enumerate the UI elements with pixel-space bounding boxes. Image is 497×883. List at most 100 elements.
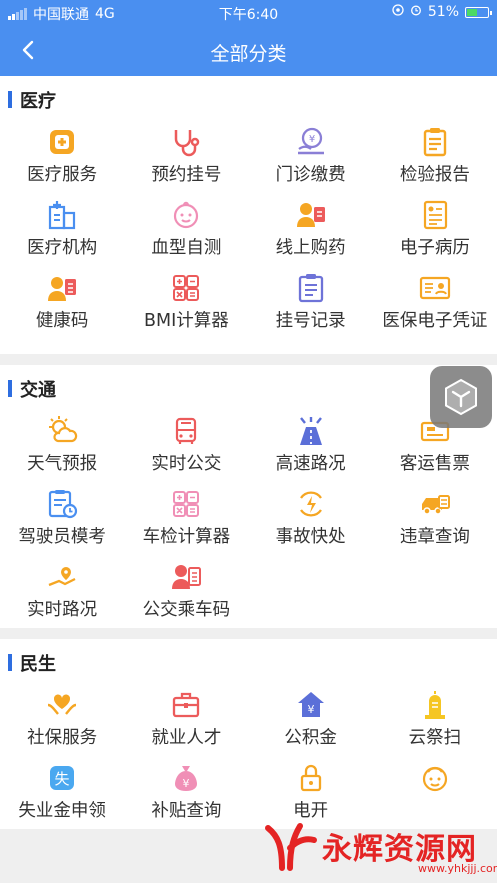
weather-icon	[46, 415, 78, 447]
item-employment[interactable]: 就业人才	[124, 683, 248, 756]
car-violation-icon	[419, 488, 451, 520]
battery-icon	[465, 6, 492, 18]
item-label: 健康码	[35, 311, 89, 331]
item-label: 实时路况	[27, 600, 98, 620]
cube-icon	[445, 378, 477, 416]
item-lab-report[interactable]: 检验报告	[373, 120, 497, 193]
calculator-icon	[170, 488, 202, 520]
item-unemployment-claim[interactable]: 失 失业金申领	[0, 756, 124, 829]
bus-code-icon	[170, 561, 202, 593]
item-label: 公交乘车码	[142, 600, 231, 620]
insurance-card-icon	[419, 272, 451, 304]
item-label: 医疗机构	[27, 238, 98, 258]
bus-icon	[170, 415, 202, 447]
item-label: 电子病历	[399, 238, 470, 258]
item-label: 车检计算器	[142, 527, 231, 547]
item-medical-service[interactable]: 医疗服务	[0, 120, 124, 193]
watermark: 永辉资源网 www.yhkjjj.com	[258, 818, 497, 883]
svg-text:失: 失	[55, 770, 70, 788]
unemployment-icon: 失	[46, 762, 78, 794]
housing-fund-icon: ¥	[295, 689, 327, 721]
item-health-code[interactable]: 健康码	[0, 266, 124, 354]
section-header: 医疗	[0, 76, 497, 120]
item-label: 失业金申领	[18, 801, 106, 821]
item-label: BMI计算器	[143, 311, 229, 331]
payment-icon: ¥	[295, 126, 327, 158]
battery-percent: 51%	[427, 4, 459, 20]
item-label: 就业人才	[151, 728, 222, 748]
child-face-icon	[419, 762, 451, 794]
svg-text:¥: ¥	[183, 777, 190, 790]
record-icon	[419, 199, 451, 231]
item-violation-query[interactable]: 违章查询	[373, 482, 497, 555]
item-label: 实时公交	[151, 454, 222, 474]
highway-icon	[295, 415, 327, 447]
item-label: 预约挂号	[151, 165, 222, 185]
heart-hands-icon	[46, 689, 78, 721]
item-housing-fund[interactable]: ¥ 公积金	[249, 683, 373, 756]
item-social-security[interactable]: 社保服务	[0, 683, 124, 756]
status-bar: 中国联通 4G 下午6:40 51%	[0, 0, 497, 26]
item-label: 高速路况	[275, 454, 346, 474]
item-label: 医疗服务	[27, 165, 98, 185]
section-transport: 交通 天气预报 实时公交 高速路况 客运售票 驾驶员模考 车检计算器 事故快处 …	[0, 365, 497, 628]
section-title: 医疗	[20, 91, 56, 112]
calculator-icon	[170, 272, 202, 304]
item-label: 线上购药	[275, 238, 346, 258]
item-inspection-calculator[interactable]: 车检计算器	[124, 482, 248, 555]
item-registration-record[interactable]: 挂号记录	[249, 266, 373, 354]
item-insurance-voucher[interactable]: 医保电子凭证	[373, 266, 497, 354]
item-label: 补贴查询	[151, 801, 222, 821]
road-map-icon	[46, 561, 78, 593]
accident-icon	[295, 488, 327, 520]
section-accent-bar	[8, 380, 12, 397]
section-header: 交通	[0, 365, 497, 409]
item-label: 违章查询	[399, 527, 470, 547]
item-medical-institution[interactable]: 医疗机构	[0, 193, 124, 266]
item-driver-exam[interactable]: 驾驶员模考	[0, 482, 124, 555]
item-blood-type[interactable]: 血型自测	[124, 193, 248, 266]
item-bmi-calculator[interactable]: BMI计算器	[124, 266, 248, 354]
svg-text:¥: ¥	[308, 134, 314, 145]
medical-box-icon	[46, 126, 78, 158]
pharmacist-icon	[295, 199, 327, 231]
item-outpatient-pay[interactable]: ¥ 门诊缴费	[249, 120, 373, 193]
item-subsidy-query[interactable]: ¥ 补贴查询	[124, 756, 248, 829]
page-title: 全部分类	[210, 43, 287, 65]
item-label: 血型自测	[151, 238, 222, 258]
item-realtime-bus[interactable]: 实时公交	[124, 409, 248, 482]
item-realtime-traffic[interactable]: 实时路况	[0, 555, 124, 628]
watermark-url: www.yhkjjj.com	[418, 862, 497, 875]
item-label: 云祭扫	[408, 728, 462, 748]
item-appointment[interactable]: 预约挂号	[124, 120, 248, 193]
item-label: 检验报告	[399, 165, 470, 185]
item-accident-handling[interactable]: 事故快处	[249, 482, 373, 555]
section-accent-bar	[8, 654, 12, 671]
memorial-icon	[419, 689, 451, 721]
lock-icon	[295, 762, 327, 794]
item-cloud-memorial[interactable]: 云祭扫	[373, 683, 497, 756]
section-medical: 医疗 医疗服务 预约挂号 ¥ 门诊缴费 检验报告 医疗机构 血型自测 线上购药	[0, 76, 497, 354]
section-title: 民生	[20, 654, 56, 675]
item-label: 挂号记录	[275, 311, 346, 331]
item-online-pharmacy[interactable]: 线上购药	[249, 193, 373, 266]
money-bag-icon: ¥	[170, 762, 202, 794]
stethoscope-icon	[170, 126, 202, 158]
item-label: 驾驶员模考	[18, 527, 106, 547]
item-highway[interactable]: 高速路况	[249, 409, 373, 482]
item-weather[interactable]: 天气预报	[0, 409, 124, 482]
item-label: 天气预报	[27, 454, 98, 474]
orientation-lock-icon	[392, 4, 404, 20]
item-label: 客运售票	[399, 454, 470, 474]
clipboard-icon	[295, 272, 327, 304]
item-emr[interactable]: 电子病历	[373, 193, 497, 266]
item-label: 公积金	[284, 728, 337, 748]
svg-text:¥: ¥	[307, 703, 314, 716]
item-label: 社保服务	[27, 728, 98, 748]
item-label: 事故快处	[275, 527, 346, 547]
section-header: 民生	[0, 639, 497, 683]
assistive-touch-button[interactable]	[430, 366, 492, 428]
item-bus-ride-code[interactable]: 公交乘车码	[124, 555, 248, 628]
nav-bar: 全部分类	[0, 26, 497, 76]
section-livelihood: 民生 社保服务 就业人才 ¥ 公积金 云祭扫 失 失业金申领 ¥ 补贴查询 电开	[0, 639, 497, 829]
